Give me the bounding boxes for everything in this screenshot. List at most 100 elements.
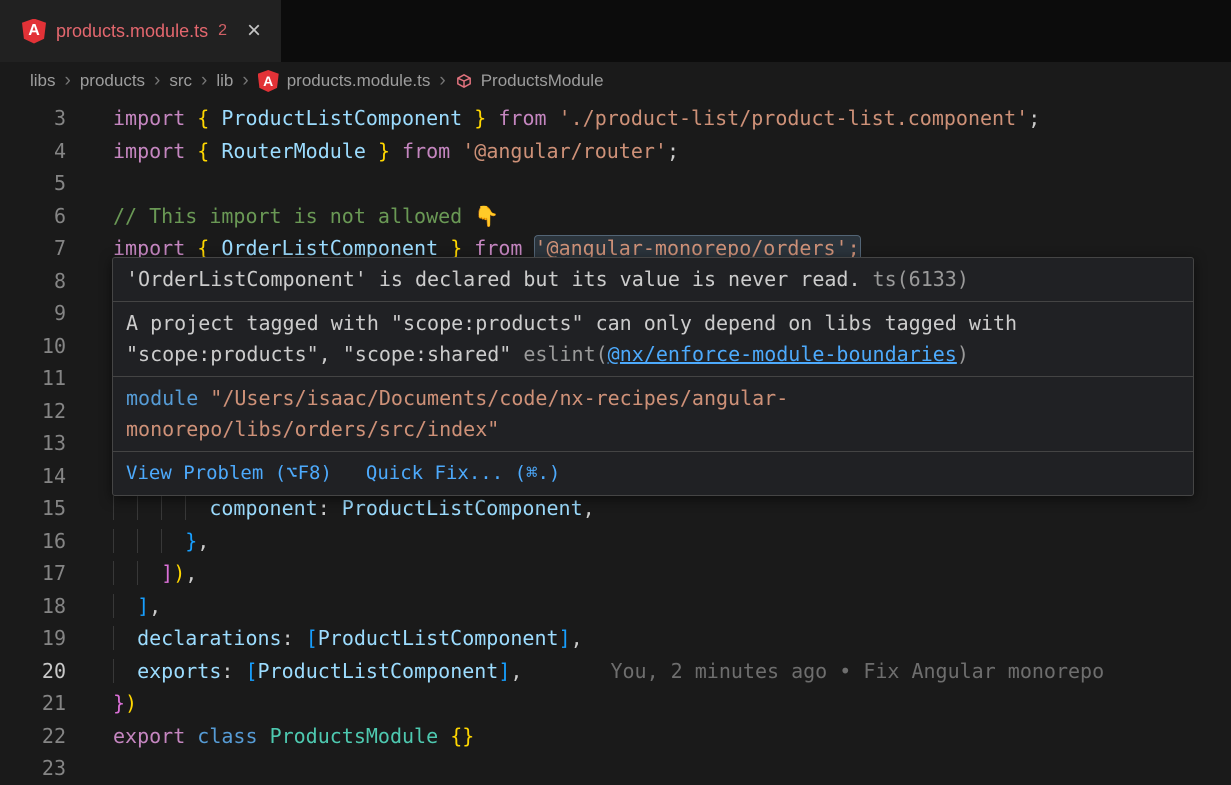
code-text: exports: [ProductListComponent], <box>113 655 522 688</box>
code-token: : <box>282 626 306 650</box>
hover-text: eslint( <box>523 342 607 366</box>
code-token <box>390 139 402 163</box>
code-token <box>366 139 378 163</box>
line-number[interactable]: 3 <box>0 102 66 135</box>
code-token <box>209 106 221 130</box>
hover-message: 'OrderListComponent' is declared but its… <box>113 258 1193 301</box>
code-line-22[interactable]: 22export class ProductsModule {} <box>0 720 1231 753</box>
code-token <box>113 561 161 585</box>
code-text: // This import is not allowed 👇 <box>113 200 499 233</box>
breadcrumb-label: products.module.ts <box>287 71 431 91</box>
code-line-4[interactable]: 4import { RouterModule } from '@angular/… <box>0 135 1231 168</box>
breadcrumb-item-libs[interactable]: libs <box>30 71 56 91</box>
code-token: from <box>498 106 546 130</box>
line-number[interactable]: 13 <box>0 427 66 460</box>
line-number[interactable]: 10 <box>0 330 66 363</box>
code-token: ] <box>559 626 571 650</box>
code-token: export <box>113 724 185 748</box>
code-line-3[interactable]: 3import { ProductListComponent } from '.… <box>0 102 1231 135</box>
code-line-5[interactable]: 5 <box>0 167 1231 200</box>
code-text: ]), <box>113 557 197 590</box>
line-number[interactable]: 16 <box>0 525 66 558</box>
breadcrumb-item-src[interactable]: src <box>169 71 192 91</box>
line-number[interactable]: 11 <box>0 362 66 395</box>
code-line-21[interactable]: 21}) <box>0 687 1231 720</box>
hover-status-bar: View Problem (⌥F8) Quick Fix... (⌘.) <box>113 451 1193 495</box>
line-number[interactable]: 5 <box>0 167 66 200</box>
code-token: [ <box>245 659 257 683</box>
breadcrumb-label: products <box>80 71 145 91</box>
line-number[interactable]: 21 <box>0 687 66 720</box>
line-number[interactable]: 18 <box>0 590 66 623</box>
code-token <box>113 496 209 520</box>
code-token: ProductsModule <box>270 724 439 748</box>
code-token: '@angular/router' <box>462 139 667 163</box>
view-problem-link[interactable]: View Problem (⌥F8) <box>126 458 332 489</box>
code-token: ; <box>1028 106 1040 130</box>
angular-icon: A <box>258 70 279 92</box>
code-line-17[interactable]: 17 ]), <box>0 557 1231 590</box>
code-token <box>450 139 462 163</box>
code-token: import <box>113 106 185 130</box>
eslint-rule-link[interactable]: @nx/enforce-module-boundaries <box>608 342 957 366</box>
hover-message: A project tagged with "scope:products" c… <box>113 301 1193 376</box>
line-number[interactable]: 12 <box>0 395 66 428</box>
code-token: ) <box>173 561 185 585</box>
line-number[interactable]: 6 <box>0 200 66 233</box>
hover-text: 'OrderListComponent' is declared but its… <box>126 267 861 291</box>
chevron-right-icon: › <box>201 70 207 92</box>
code-token <box>486 106 498 130</box>
hover-message-line: monorepo/libs/orders/src/index" <box>126 414 1180 445</box>
code-line-15[interactable]: 15 component: ProductListComponent, <box>0 492 1231 525</box>
code-token: , <box>149 594 161 618</box>
line-number[interactable]: 22 <box>0 720 66 753</box>
code-editor[interactable]: 3import { ProductListComponent } from '.… <box>0 100 1231 780</box>
line-number[interactable]: 17 <box>0 557 66 590</box>
code-token: ] <box>137 594 149 618</box>
hover-message-line: module "/Users/isaac/Documents/code/nx-r… <box>126 383 1180 414</box>
code-token: : <box>221 659 245 683</box>
line-number[interactable]: 7 <box>0 232 66 265</box>
code-token: declarations <box>137 626 282 650</box>
code-token <box>438 724 450 748</box>
code-token: ProductListComponent <box>258 659 499 683</box>
breadcrumb-item-lib[interactable]: lib <box>216 71 233 91</box>
code-token: , <box>197 529 209 553</box>
quick-fix-link[interactable]: Quick Fix... (⌘.) <box>366 458 560 489</box>
line-number[interactable]: 14 <box>0 460 66 493</box>
breadcrumb-item-productsmodule[interactable]: ProductsModule <box>455 71 604 91</box>
close-icon[interactable]: × <box>247 19 261 43</box>
code-token: ProductListComponent <box>318 626 559 650</box>
code-token: ProductListComponent <box>342 496 583 520</box>
code-text: ], <box>113 590 161 623</box>
line-number[interactable]: 8 <box>0 265 66 298</box>
line-number[interactable]: 19 <box>0 622 66 655</box>
code-line-18[interactable]: 18 ], <box>0 590 1231 623</box>
code-token: './product-list/product-list.component' <box>559 106 1029 130</box>
hover-text: "scope:products", "scope:shared" <box>126 342 523 366</box>
code-text: }, <box>113 525 209 558</box>
hover-message-line: 'OrderListComponent' is declared but its… <box>126 264 1180 295</box>
tab-products-module-ts[interactable]: A products.module.ts 2 × <box>0 0 281 62</box>
breadcrumb-item-products[interactable]: products <box>80 71 145 91</box>
code-line-16[interactable]: 16 }, <box>0 525 1231 558</box>
code-token: from <box>402 139 450 163</box>
code-token: // This import is not allowed 👇 <box>113 204 499 228</box>
line-number[interactable]: 15 <box>0 492 66 525</box>
code-line-20[interactable]: 20 exports: [ProductListComponent],You, … <box>0 655 1231 688</box>
breadcrumb-item-products-module-ts[interactable]: Aproducts.module.ts <box>258 70 431 92</box>
chevron-right-icon: › <box>242 70 248 92</box>
line-number[interactable]: 9 <box>0 297 66 330</box>
code-token: } <box>474 106 486 130</box>
code-text: declarations: [ProductListComponent], <box>113 622 583 655</box>
line-number[interactable]: 4 <box>0 135 66 168</box>
hover-text: A project tagged with "scope:products" c… <box>126 311 1017 335</box>
line-number[interactable]: 20 <box>0 655 66 688</box>
code-line-6[interactable]: 6 // This import is not allowed 👇 <box>0 200 1231 233</box>
code-token <box>185 106 197 130</box>
code-line-19[interactable]: 19 declarations: [ProductListComponent], <box>0 622 1231 655</box>
hover-text: ) <box>957 342 969 366</box>
code-token: } <box>378 139 390 163</box>
hover-text: monorepo/libs/orders/src/index" <box>126 417 499 441</box>
code-token: ] <box>498 659 510 683</box>
